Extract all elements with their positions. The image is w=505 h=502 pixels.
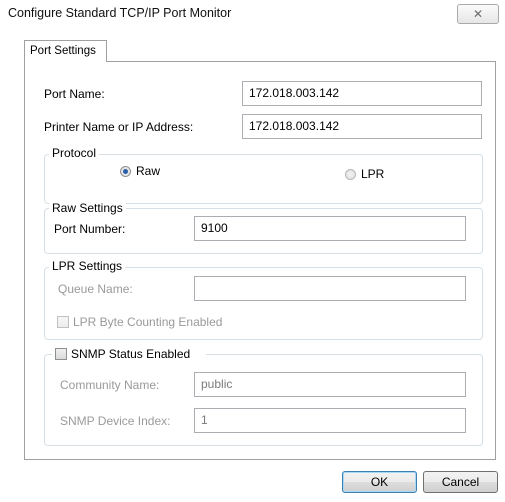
printer-address-input[interactable]: 172.018.003.142	[242, 114, 482, 139]
dialog-window: Configure Standard TCP/IP Port Monitor ✕…	[0, 0, 505, 502]
close-button[interactable]: ✕	[457, 4, 499, 24]
snmp-device-index-input[interactable]: 1	[194, 408, 466, 433]
lpr-byte-counting-checkbox[interactable]	[57, 316, 69, 328]
raw-radio[interactable]	[120, 166, 131, 177]
lpr-byte-counting-label[interactable]: LPR Byte Counting Enabled	[73, 315, 222, 329]
lpr-settings-legend: LPR Settings	[49, 259, 126, 273]
lpr-radio[interactable]	[345, 169, 356, 180]
title-bar[interactable]: Configure Standard TCP/IP Port Monitor ✕	[0, 0, 505, 28]
queue-name-input[interactable]	[194, 276, 466, 301]
ok-button[interactable]: OK	[342, 471, 417, 493]
raw-settings-legend: Raw Settings	[49, 201, 126, 215]
snmp-enabled-checkbox[interactable]	[55, 348, 67, 360]
community-name-label: Community Name:	[60, 378, 160, 392]
raw-radio-label[interactable]: Raw	[136, 164, 160, 178]
window-title: Configure Standard TCP/IP Port Monitor	[8, 6, 232, 20]
protocol-legend: Protocol	[49, 146, 100, 160]
close-icon: ✕	[472, 7, 484, 21]
tab-port-settings[interactable]: Port Settings	[24, 40, 107, 62]
snmp-legend-area: SNMP Status Enabled	[52, 346, 207, 361]
port-number-input[interactable]: 9100	[194, 216, 466, 241]
port-name-label: Port Name:	[44, 87, 105, 101]
snmp-enabled-label[interactable]: SNMP Status Enabled	[71, 347, 190, 361]
lpr-radio-label[interactable]: LPR	[361, 167, 384, 181]
protocol-group	[44, 154, 483, 204]
cancel-button[interactable]: Cancel	[423, 471, 498, 493]
community-name-input[interactable]: public	[194, 372, 466, 397]
printer-address-label: Printer Name or IP Address:	[44, 120, 194, 134]
snmp-device-index-label: SNMP Device Index:	[60, 414, 171, 428]
queue-name-label: Queue Name:	[58, 282, 133, 296]
port-name-input[interactable]: 172.018.003.142	[242, 81, 482, 106]
port-number-label: Port Number:	[54, 222, 126, 236]
tab-label: Port Settings	[30, 45, 96, 57]
